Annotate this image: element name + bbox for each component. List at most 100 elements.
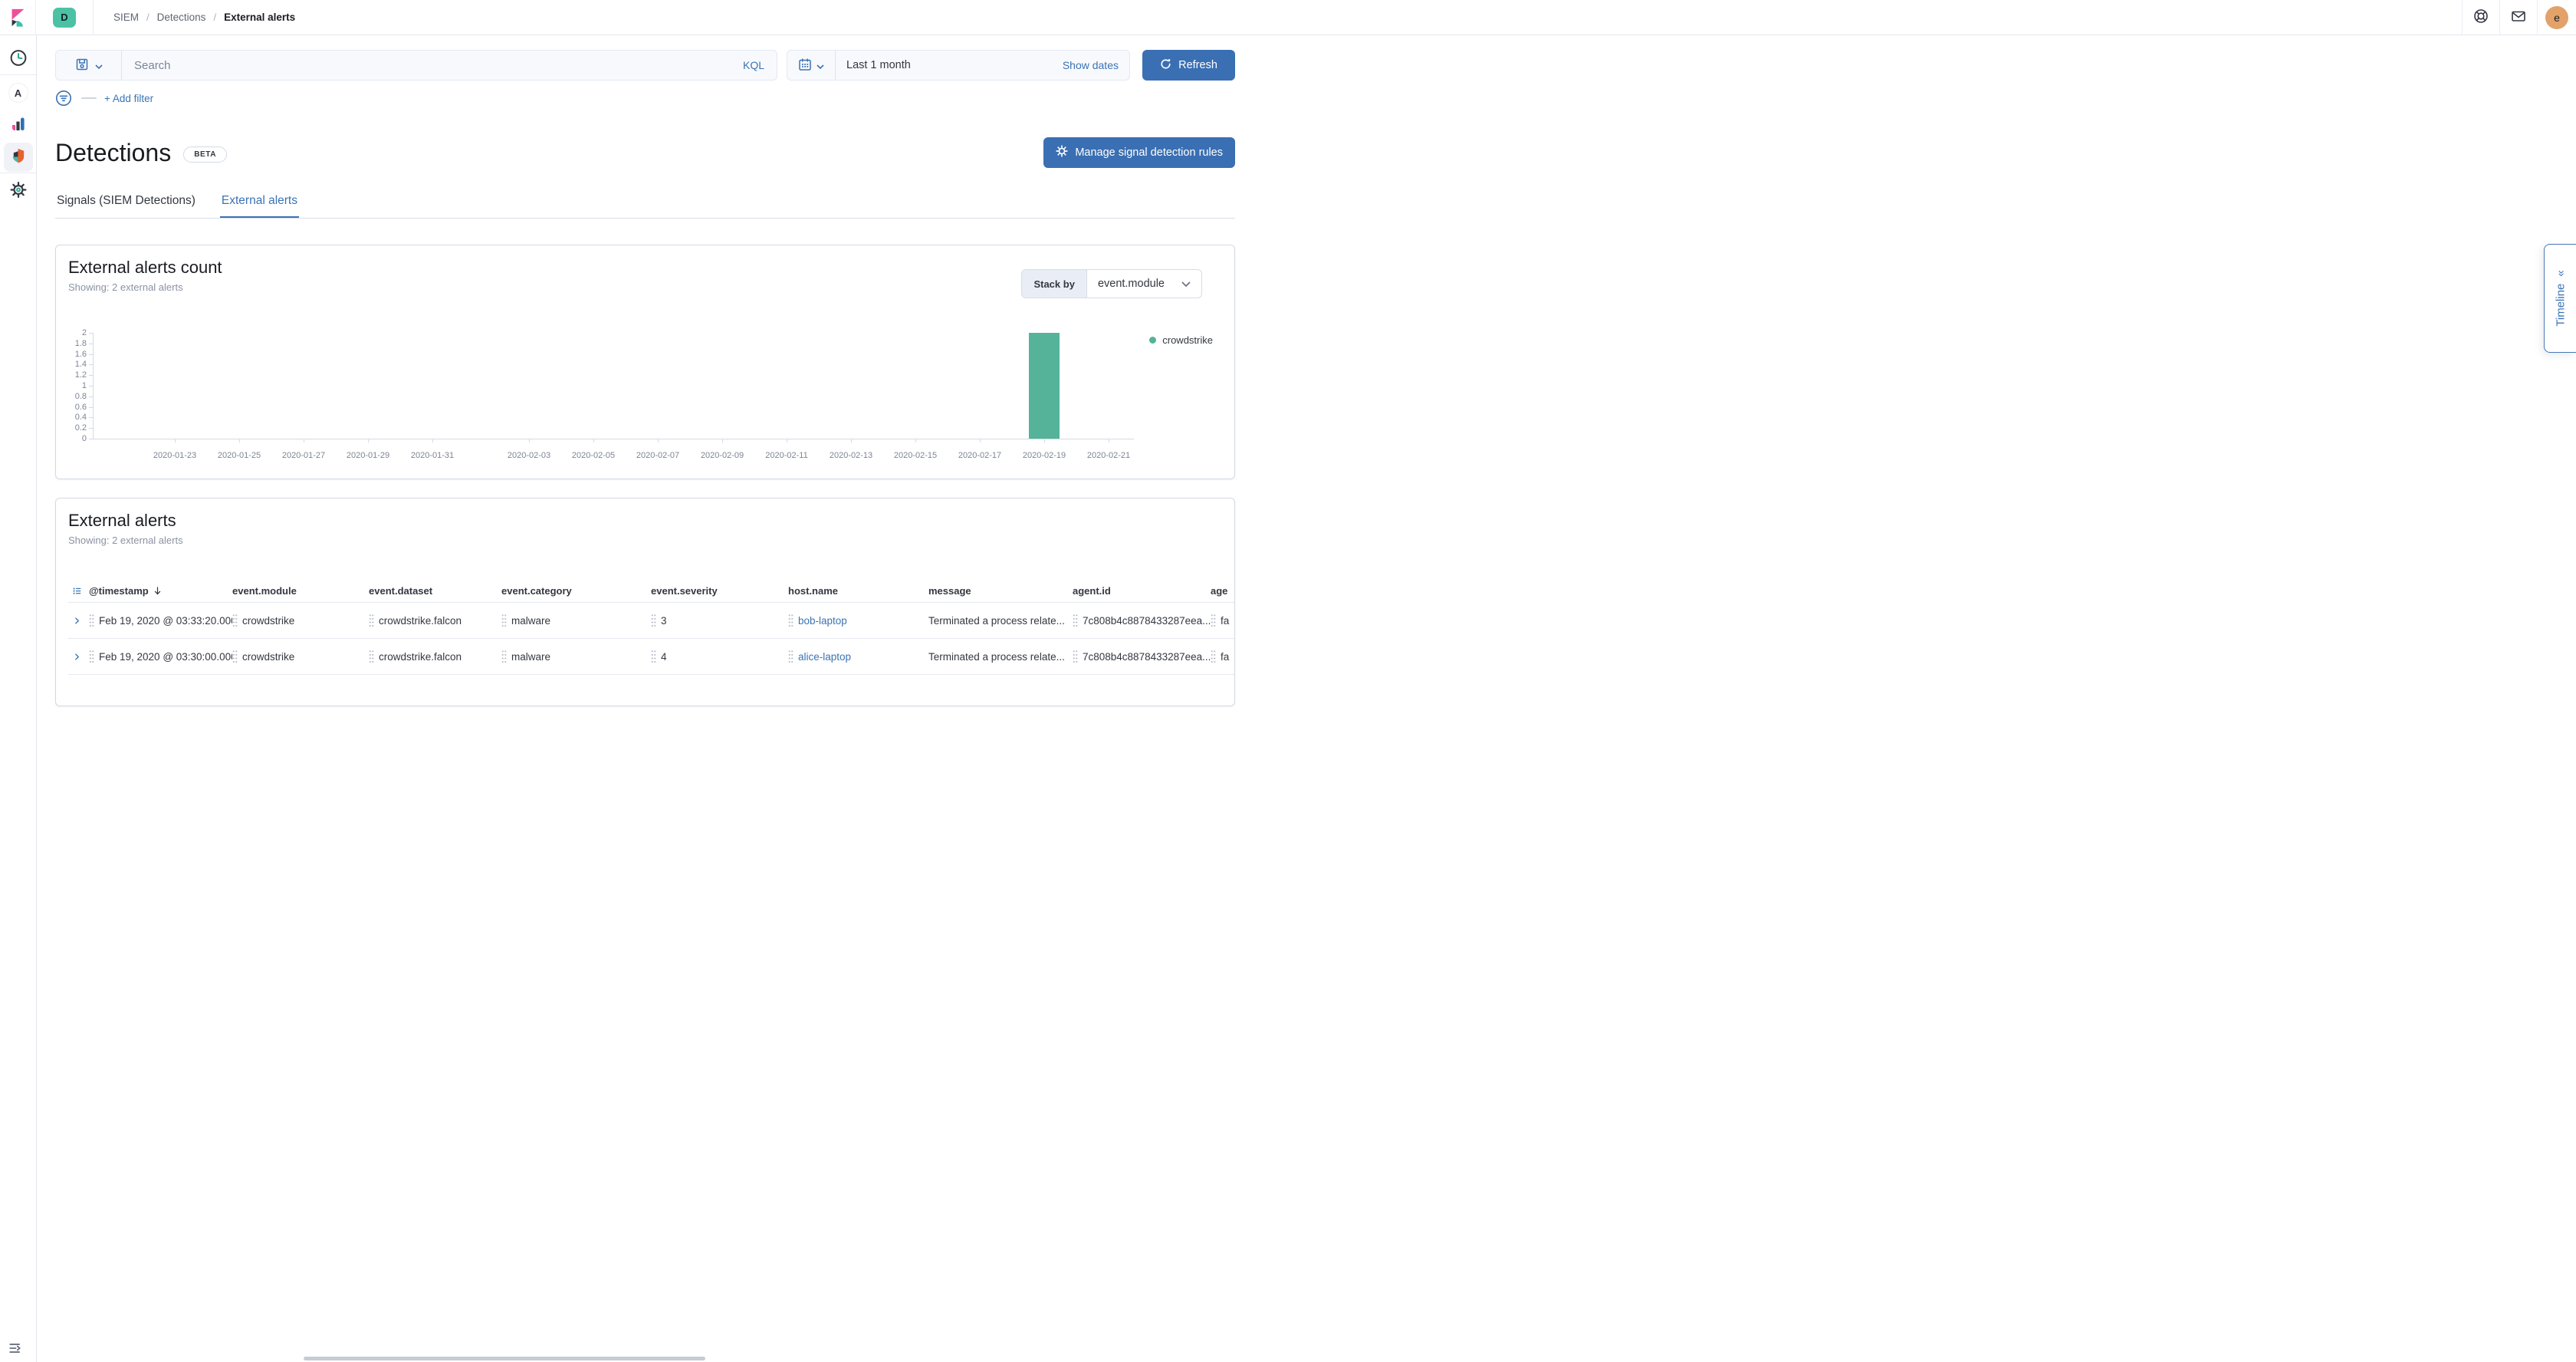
breadcrumb-detections[interactable]: Detections (157, 12, 206, 23)
search-field-group: KQL (55, 50, 777, 81)
columns-list-icon[interactable] (68, 585, 89, 597)
cell-host-name[interactable]: alice-laptop (788, 650, 928, 663)
drag-handle[interactable] (369, 650, 374, 663)
add-filter-button[interactable]: + Add filter (104, 93, 153, 104)
drag-handle[interactable] (1211, 650, 1216, 663)
tab-signals[interactable]: Signals (SIEM Detections) (55, 194, 197, 218)
avatar[interactable]: e (2545, 6, 2568, 29)
table-row: Feb 19, 2020 @ 03:33:20.000crowdstrikecr… (68, 603, 1234, 639)
y-axis-tick-label: 0.6 (68, 403, 87, 412)
column-header-message[interactable]: message (928, 585, 1073, 597)
manage-rules-label: Manage signal detection rules (1075, 146, 1223, 159)
y-axis-tick-label: 1.6 (68, 350, 87, 359)
legend-item[interactable]: crowdstrike (1149, 334, 1213, 346)
manage-signal-detection-rules-button[interactable]: Manage signal detection rules (1043, 137, 1235, 168)
breadcrumb: SIEM / Detections / External alerts (113, 12, 295, 23)
drag-handle[interactable] (788, 650, 794, 663)
sidebar-item-siem[interactable] (4, 143, 33, 172)
cell-timestamp: Feb 19, 2020 @ 03:30:00.000 (89, 650, 232, 663)
horizontal-scrollbar-thumb[interactable] (304, 1357, 705, 1360)
sidebar-item-app-a[interactable]: A (8, 83, 28, 103)
chevron-down-icon (816, 60, 824, 71)
stack-by-select[interactable]: event.module (1087, 270, 1201, 298)
breadcrumb-siem[interactable]: SIEM (113, 12, 139, 23)
expand-row-button[interactable] (68, 651, 89, 663)
drag-handle[interactable] (369, 614, 374, 627)
query-language-button[interactable]: KQL (731, 50, 777, 81)
x-axis-tick-label: 2020-02-03 (495, 451, 564, 460)
stack-by-value: event.module (1098, 278, 1165, 290)
drag-handle[interactable] (501, 650, 507, 663)
drag-handle[interactable] (501, 614, 507, 627)
y-axis-tick-label: 2 (68, 328, 87, 337)
x-axis-tick (432, 439, 433, 442)
expand-row-button[interactable] (68, 615, 89, 627)
column-header-event-category[interactable]: event.category (501, 585, 651, 597)
y-axis-tick-label: 1 (68, 381, 87, 390)
cell-agent-id: 7c808b4c8878433287eea... (1073, 650, 1211, 663)
global-filter-icon[interactable] (55, 90, 72, 107)
page-title: Detections (55, 138, 171, 167)
x-axis-tick-label: 2020-01-29 (334, 451, 402, 460)
x-axis-tick (1044, 439, 1045, 442)
chart-bar[interactable] (1029, 333, 1060, 439)
life-ring-icon (2473, 8, 2489, 26)
column-header-host-name[interactable]: host.name (788, 585, 928, 597)
timeline-flyout-toggle[interactable]: Timeline « (2544, 244, 2576, 353)
y-axis-tick (89, 386, 93, 387)
column-header-age[interactable]: age (1211, 585, 1234, 597)
column-header-event-severity[interactable]: event.severity (651, 585, 788, 597)
expand-nav-button[interactable] (8, 1341, 22, 1357)
date-quick-menu-button[interactable] (787, 50, 836, 81)
drag-handle[interactable] (651, 650, 656, 663)
sidebar-item-analytics[interactable] (9, 115, 28, 136)
gear-icon (9, 181, 27, 201)
cell-message: Terminated a process relate... (928, 615, 1073, 627)
drag-handle[interactable] (788, 614, 794, 627)
x-axis-tick (658, 439, 659, 442)
filter-bar: + Add filter (55, 90, 1235, 107)
divider (2537, 0, 2538, 35)
help-button[interactable] (2463, 0, 2499, 35)
x-axis-tick (980, 439, 981, 442)
kibana-logo[interactable] (0, 0, 35, 35)
drag-handle[interactable] (1073, 614, 1078, 627)
show-dates-button[interactable]: Show dates (1052, 59, 1129, 71)
main-content: KQL (37, 35, 1235, 706)
refresh-button[interactable]: Refresh (1142, 50, 1235, 81)
cell-host-name[interactable]: bob-laptop (788, 614, 928, 627)
drag-handle[interactable] (651, 614, 656, 627)
sidebar-item-management[interactable] (9, 181, 27, 201)
drag-handle[interactable] (89, 650, 94, 663)
x-axis-tick-label: 2020-02-05 (559, 451, 628, 460)
column-header-event-dataset[interactable]: event.dataset (369, 585, 501, 597)
cell-event-category: malware (501, 614, 651, 627)
column-header-event-module[interactable]: event.module (232, 585, 369, 597)
table-showing-subtitle: Showing: 2 external alerts (68, 534, 1222, 548)
drag-handle[interactable] (89, 614, 94, 627)
drag-handle[interactable] (1211, 614, 1216, 627)
external-alerts-count-panel: External alerts count Showing: 2 externa… (55, 245, 1235, 479)
space-badge[interactable]: D (53, 8, 76, 28)
y-axis-tick-label: 0.8 (68, 392, 87, 401)
search-input[interactable] (122, 51, 731, 80)
newsfeed-button[interactable] (2500, 0, 2537, 35)
drag-handle[interactable] (1073, 650, 1078, 663)
drag-handle[interactable] (232, 650, 238, 663)
drag-handle[interactable] (232, 614, 238, 627)
saved-query-menu-button[interactable] (56, 50, 122, 81)
tab-external-alerts[interactable]: External alerts (220, 194, 299, 218)
y-axis-tick-label: 0.2 (68, 423, 87, 433)
column-header-timestamp[interactable]: @timestamp (89, 585, 232, 597)
column-header-agent-id[interactable]: agent.id (1073, 585, 1211, 597)
x-axis-tick (722, 439, 723, 442)
x-axis-tick-label: 2020-01-25 (205, 451, 274, 460)
chevron-down-icon (1181, 278, 1191, 290)
app-sidebar: A (0, 35, 37, 1362)
x-axis-tick-label: 2020-02-19 (1010, 451, 1079, 460)
breadcrumb-separator: / (213, 12, 216, 23)
y-axis-tick (89, 354, 93, 355)
time-range-button[interactable]: Last 1 month (836, 59, 1052, 71)
recently-viewed-button[interactable] (8, 48, 28, 70)
x-axis-tick-label: 2020-01-27 (269, 451, 338, 460)
